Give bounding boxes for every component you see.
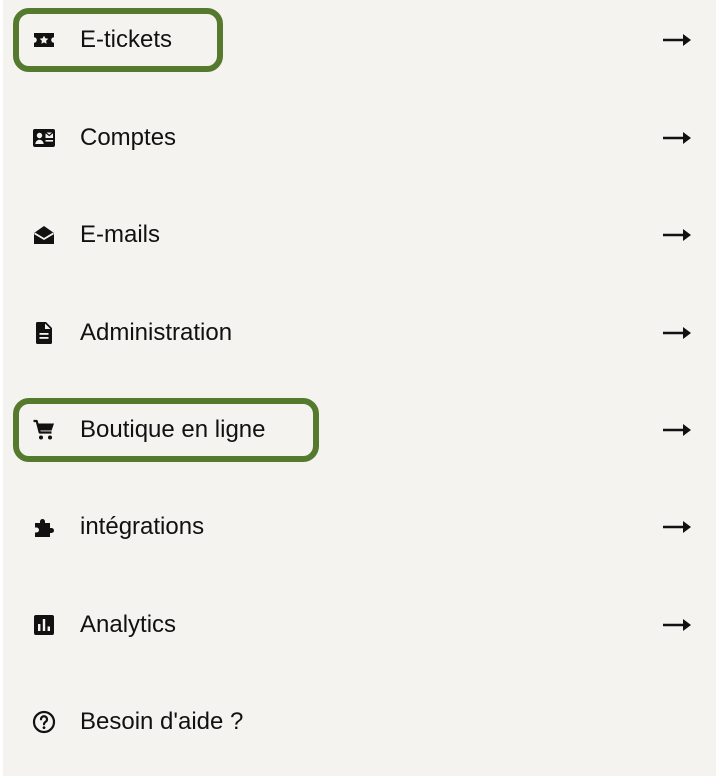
menu-item-label: Boutique en ligne: [80, 416, 266, 443]
arrow-right-icon[interactable]: [661, 128, 693, 148]
menu-item-label: Analytics: [80, 611, 177, 638]
open-envelope-icon: [32, 223, 56, 247]
menu-item-label: E-mails: [80, 221, 161, 248]
bar-chart-icon: [32, 613, 56, 637]
arrow-right-icon[interactable]: [661, 225, 693, 245]
menu-item-analytics[interactable]: Analytics: [3, 595, 716, 655]
arrow-right-icon[interactable]: [661, 615, 693, 635]
menu-item-e-mails[interactable]: E-mails: [3, 205, 716, 265]
document-icon: [32, 321, 56, 345]
menu-item-label: Besoin d'aide ?: [80, 708, 244, 735]
arrow-right-icon[interactable]: [661, 323, 693, 343]
menu-item-e-tickets[interactable]: E-tickets: [3, 8, 716, 72]
arrow-right-icon[interactable]: [661, 420, 693, 440]
help-circle-icon: [32, 710, 56, 734]
contact-card-icon: [32, 126, 56, 150]
menu-item-help[interactable]: Besoin d'aide ?: [3, 692, 716, 752]
puzzle-piece-icon: [32, 515, 56, 539]
navigation-panel: E-tickets Comptes E-mails Administration…: [3, 0, 716, 776]
menu-item-integrations[interactable]: intégrations: [3, 497, 716, 557]
ticket-star-icon: [32, 28, 56, 52]
arrow-right-icon[interactable]: [661, 30, 693, 50]
menu-item-label: Administration: [80, 319, 233, 346]
arrow-right-icon[interactable]: [661, 517, 693, 537]
menu-item-administration[interactable]: Administration: [3, 303, 716, 363]
menu-item-label: Comptes: [80, 124, 177, 151]
menu-item-boutique-en-ligne[interactable]: Boutique en ligne: [3, 398, 716, 462]
menu-item-label: E-tickets: [80, 26, 173, 53]
shopping-cart-icon: [32, 418, 56, 442]
menu-item-label: intégrations: [80, 513, 205, 540]
menu-item-comptes[interactable]: Comptes: [3, 108, 716, 168]
